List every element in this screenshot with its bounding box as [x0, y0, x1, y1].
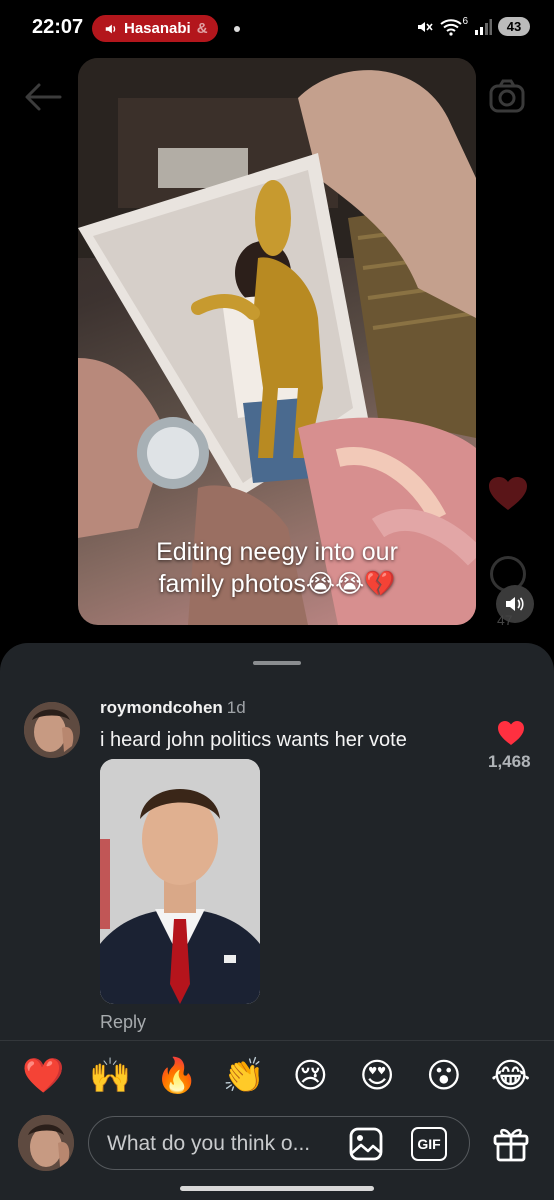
comment-text: i heard john politics wants her vote	[100, 729, 407, 751]
volume-icon	[506, 597, 524, 611]
system-icons: 6 43	[416, 16, 530, 36]
commenter-avatar[interactable]	[24, 702, 80, 758]
mute-icon	[418, 21, 434, 32]
like-video-heart-icon[interactable]	[488, 476, 528, 512]
battery-level: 43	[498, 17, 530, 36]
reply-button[interactable]: Reply	[100, 1012, 146, 1033]
side-action-count: 47	[497, 612, 513, 628]
emoji-surprised-face[interactable]: 😮	[420, 1056, 468, 1096]
emoji-crying-face[interactable]: 😢	[286, 1056, 334, 1096]
home-indicator[interactable]	[180, 1186, 374, 1191]
emoji-tears-of-joy[interactable]: 😂	[487, 1056, 535, 1096]
video-player[interactable]: Editing neegy into our family photos😭😭💔	[78, 58, 476, 625]
live-audio-pill[interactable]: Hasanabi &	[92, 15, 218, 42]
comment-username[interactable]: roymondcohen	[100, 698, 223, 717]
network-type: 6	[462, 16, 468, 27]
status-bar: 22:07 Hasanabi & 6 43	[0, 0, 554, 56]
notification-dot	[234, 26, 240, 32]
my-avatar-image	[18, 1115, 74, 1171]
video-caption: Editing neegy into our family photos😭😭💔	[78, 536, 476, 600]
back-arrow-icon[interactable]	[24, 82, 62, 112]
comment-attached-image[interactable]	[100, 759, 260, 1004]
live-suffix: &	[196, 20, 208, 37]
commenter-avatar-image	[24, 702, 80, 758]
comment-input[interactable]	[107, 1130, 337, 1158]
emoji-red-heart[interactable]: ❤️	[19, 1056, 67, 1096]
comment-like-heart-icon[interactable]	[497, 720, 525, 746]
gift-icon[interactable]	[492, 1124, 530, 1162]
status-time: 22:07	[32, 16, 84, 38]
speaker-icon	[105, 24, 116, 33]
live-label: Hasanabi	[124, 20, 191, 37]
caption-line-1: Editing neegy into our	[156, 538, 398, 566]
comment-like-count: 1,468	[488, 752, 531, 771]
emoji-fire[interactable]: 🔥	[153, 1056, 201, 1096]
gif-button[interactable]: GIF	[411, 1127, 447, 1161]
sheet-drag-handle[interactable]	[253, 661, 301, 665]
comment-age: 1d	[226, 698, 246, 717]
emoji-raised-hands[interactable]: 🙌	[86, 1056, 134, 1096]
emoji-heart-eyes[interactable]: 😍	[353, 1056, 401, 1096]
caption-line-2: family photos😭😭💔	[158, 570, 396, 598]
image-icon[interactable]	[349, 1127, 383, 1161]
emoji-clapping-hands[interactable]: 👏	[220, 1056, 268, 1096]
my-avatar[interactable]	[18, 1115, 74, 1171]
wifi-icon	[440, 18, 463, 36]
emoji-reaction-bar: ❤️ 🙌 🔥 👏 😢 😍 😮 😂	[0, 1040, 554, 1110]
signal-icon	[475, 18, 492, 35]
comment-input-container: GIF	[88, 1116, 470, 1170]
camera-icon[interactable]	[488, 78, 526, 114]
portrait-image	[100, 759, 260, 1004]
comment-username-row: roymondcohen 1d	[100, 698, 246, 718]
